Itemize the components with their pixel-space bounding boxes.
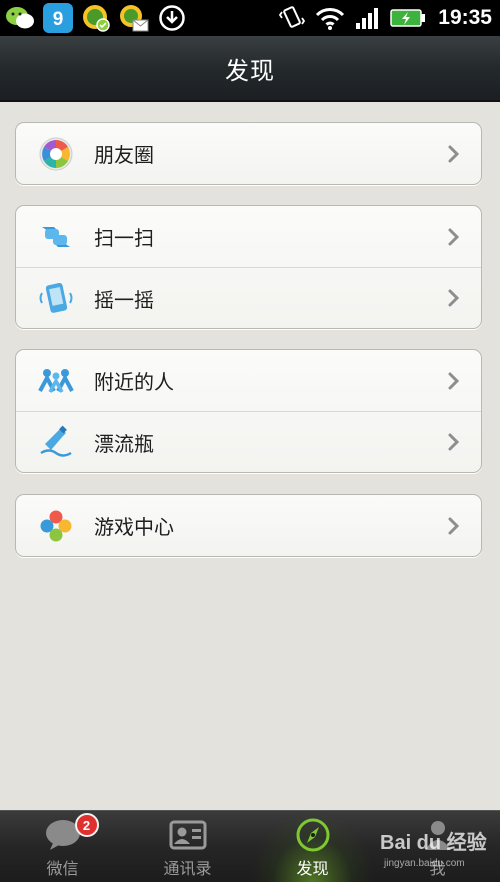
game-center-icon xyxy=(38,508,74,544)
message-icon xyxy=(118,3,150,33)
chevron-right-icon xyxy=(448,372,460,389)
compass-icon xyxy=(293,817,333,853)
status-bar: 9 19:35 xyxy=(0,0,500,36)
tab-label: 发现 xyxy=(296,859,329,878)
shake-icon xyxy=(38,280,74,316)
menu-label: 附近的人 xyxy=(94,370,174,394)
menu-item-people-nearby[interactable]: 附近的人 xyxy=(16,350,481,411)
chat-bubble-icon: 2 xyxy=(43,813,99,853)
chevron-right-icon xyxy=(448,433,460,451)
menu-label: 摇一摇 xyxy=(94,287,154,312)
watermark-brand: Bai du 经验 xyxy=(380,832,487,854)
vibrate-icon xyxy=(276,3,308,33)
people-nearby-icon xyxy=(38,363,74,399)
menu-label: 朋友圈 xyxy=(94,143,154,167)
watermark-url: jingyan.baidu.com xyxy=(384,858,465,869)
menu-item-drift-bottle[interactable]: 漂流瓶 xyxy=(16,411,481,472)
menu-group-games: 游戏中心 xyxy=(15,494,482,557)
scan-icon xyxy=(38,219,74,255)
menu-label: 游戏中心 xyxy=(94,515,174,539)
page-title: 发现 xyxy=(225,56,275,85)
download-icon xyxy=(156,3,188,33)
chevron-right-icon xyxy=(448,228,460,245)
title-bar: 发现 xyxy=(0,36,500,102)
signal-icon xyxy=(352,3,384,33)
contacts-card-icon xyxy=(168,817,208,853)
app-store-icon: 9 xyxy=(42,3,74,33)
chevron-right-icon xyxy=(448,517,460,534)
menu-group-nearby-bottle: 附近的人 漂流瓶 xyxy=(15,349,482,473)
menu-label: 扫一扫 xyxy=(94,226,154,250)
unread-badge: 2 xyxy=(74,813,99,837)
notification-area: 9 xyxy=(4,3,188,33)
tab-label: 微信 xyxy=(46,859,79,878)
menu-group-moments: 朋友圈 xyxy=(15,122,482,185)
tab-chats[interactable]: 2 微信 xyxy=(0,811,125,882)
drift-bottle-icon xyxy=(38,424,74,460)
battery-charging-icon xyxy=(390,3,426,33)
tab-contacts[interactable]: 通讯录 xyxy=(125,811,250,882)
menu-item-scan[interactable]: 扫一扫 xyxy=(16,206,481,267)
chevron-right-icon xyxy=(448,289,460,307)
tab-discover[interactable]: 发现 xyxy=(250,811,375,882)
menu-item-moments[interactable]: 朋友圈 xyxy=(16,123,481,184)
svg-text:9: 9 xyxy=(53,9,64,30)
menu-item-shake[interactable]: 摇一摇 xyxy=(16,267,481,328)
wifi-icon xyxy=(314,3,346,33)
wechat-icon xyxy=(4,3,36,33)
clock: 19:35 xyxy=(438,6,492,29)
game-helper-icon xyxy=(80,3,112,33)
moments-icon xyxy=(38,136,74,172)
chevron-right-icon xyxy=(448,145,460,162)
menu-group-scan-shake: 扫一扫 摇一摇 xyxy=(15,205,482,329)
tab-label: 通讯录 xyxy=(163,859,212,878)
system-status-area: 19:35 xyxy=(276,3,492,33)
menu-label: 漂流瓶 xyxy=(94,431,154,456)
menu-item-game-center[interactable]: 游戏中心 xyxy=(16,495,481,556)
